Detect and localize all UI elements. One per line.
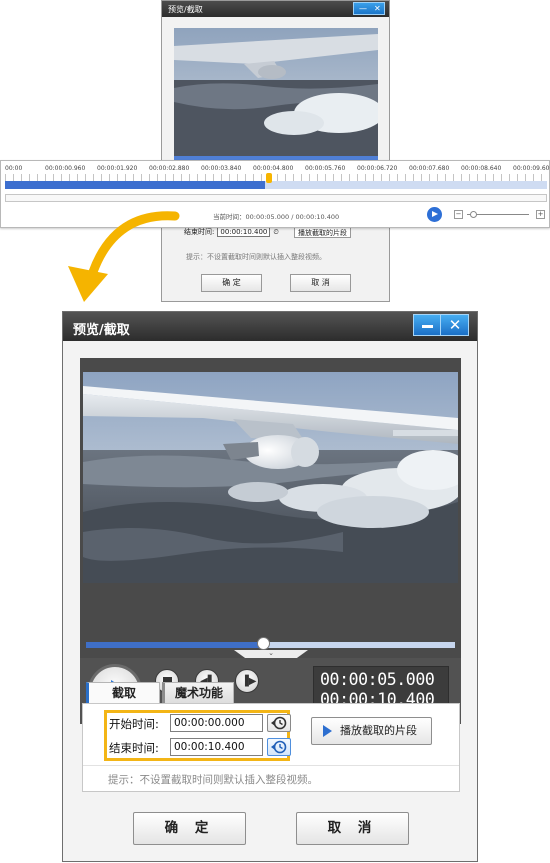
- tab-magic-functions[interactable]: 魔术功能: [162, 682, 234, 704]
- timeline-tick-label: 00:00:07.680: [409, 165, 450, 172]
- zoom-in-icon[interactable]: +: [536, 210, 545, 219]
- background-play-segment-button[interactable]: 播放截取的片段: [294, 227, 351, 238]
- tab-cut[interactable]: 截取: [86, 682, 160, 704]
- timeline-progress-fill: [5, 181, 266, 189]
- background-end-field[interactable]: 00:00:10.400: [217, 227, 271, 237]
- cancel-button[interactable]: 取 消: [296, 812, 409, 845]
- dialog-title: 预览/截取: [73, 323, 130, 338]
- set-end-time-button[interactable]: [267, 738, 291, 756]
- ok-button[interactable]: 确 定: [133, 812, 246, 845]
- background-window-title: 预览/截取: [168, 5, 203, 14]
- timeline-tick-label: 00:00:00.960: [45, 165, 86, 172]
- clock-icon: [271, 716, 287, 730]
- timeline-tick-label: 00:00:01.920: [97, 165, 138, 172]
- background-window-titlebar: 预览/截取 — ✕: [162, 1, 389, 17]
- minimize-icon[interactable]: [414, 315, 441, 335]
- next-frame-button[interactable]: ▐▶: [235, 669, 259, 693]
- timeline-tick-label: 00:00:02.880: [149, 165, 190, 172]
- dialog-titlebar[interactable]: 预览/截取 ✕: [63, 312, 477, 341]
- zoom-out-icon[interactable]: −: [454, 210, 463, 219]
- current-time: 00:00:05.000: [320, 670, 435, 689]
- video-frame[interactable]: [83, 372, 458, 583]
- cut-panel: 开始时间: 结束时间: 播放截取的片段 提示：不设置截取时间则默认插入整段视频。: [82, 703, 460, 792]
- transition-arrow-icon: [68, 211, 180, 302]
- timeline-tick-label: 00:00:06.720: [357, 165, 398, 172]
- video-player: ⌄ ◀▌ ▐▶ ◀| 00:00:05.000 00:00:10.400: [80, 358, 461, 724]
- start-time-label: 开始时间:: [109, 717, 159, 731]
- timeline-progress-track[interactable]: [5, 181, 547, 189]
- background-preview-window: 预览/截取 — ✕ 结束时间: 00:00:10.400 ⏲ 播放截取的片段 提…: [161, 0, 390, 302]
- play-segment-button[interactable]: 播放截取的片段: [311, 717, 432, 745]
- end-time-label: 结束时间:: [109, 741, 159, 755]
- timeline-tick-label: 00:00: [5, 165, 23, 172]
- timeline-tick-label: 00:00:09.600: [513, 165, 550, 172]
- timeline-current-time: 当前时间：00:00:05.000 / 00:00:10.400: [213, 213, 340, 221]
- background-clock-icon[interactable]: ⏲: [273, 228, 278, 237]
- background-hint: 提示：不设置截取时间则默认插入整段视频。: [186, 253, 326, 261]
- background-cut-panel: 结束时间: 00:00:10.400 ⏲ 播放截取的片段: [184, 227, 368, 240]
- close-icon[interactable]: ✕: [374, 3, 381, 14]
- next-icon: ▐▶: [241, 676, 257, 687]
- end-time-field[interactable]: [170, 738, 263, 756]
- seek-bar-track[interactable]: [86, 642, 455, 648]
- timeline-play-button[interactable]: [427, 207, 442, 222]
- minimize-icon[interactable]: —: [359, 3, 367, 14]
- close-icon[interactable]: ✕: [442, 315, 468, 335]
- background-window-controls: — ✕: [353, 2, 385, 15]
- background-video-frame: [174, 28, 378, 156]
- timeline-toggle-icon[interactable]: ⌄: [234, 650, 308, 658]
- timeline-tick-label: 00:00:03.840: [201, 165, 242, 172]
- timeline-playhead[interactable]: [266, 173, 273, 183]
- set-start-time-button[interactable]: [267, 714, 291, 732]
- timeline-tick-label: 00:00:08.640: [461, 165, 502, 172]
- clock-icon: [271, 740, 287, 754]
- background-cancel-button[interactable]: 取 消: [290, 274, 351, 292]
- seek-bar-fill: [86, 642, 264, 648]
- play-icon: [323, 725, 332, 737]
- play-segment-label: 播放截取的片段: [340, 724, 417, 737]
- window-controls: ✕: [413, 314, 469, 336]
- hint-text: 提示：不设置截取时间则默认插入整段视频。: [108, 774, 318, 786]
- zoom-slider-knob[interactable]: [470, 211, 478, 218]
- preview-cut-dialog: 预览/截取 ✕ ⌄ ▐▶ 00:00:05.000 00:00:10.400 截…: [62, 311, 478, 862]
- divider: [83, 765, 459, 766]
- timeline-tick-label: 00:00:04.800: [253, 165, 294, 172]
- start-time-field[interactable]: [170, 714, 263, 732]
- timeline-tick-label: 00:00:05.760: [305, 165, 346, 172]
- seek-bar-knob[interactable]: [257, 637, 271, 650]
- background-ok-button[interactable]: 确 定: [201, 274, 262, 292]
- timeline-ruler: [5, 174, 547, 181]
